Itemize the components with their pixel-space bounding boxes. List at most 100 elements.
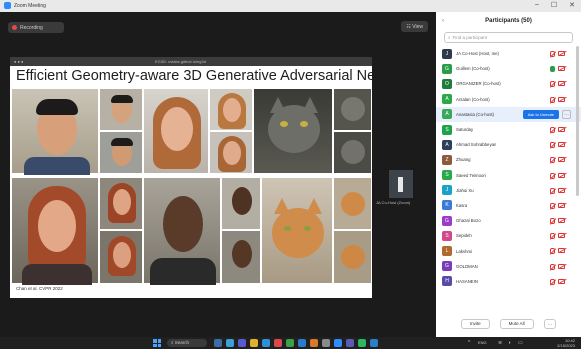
teams-icon[interactable]	[346, 339, 354, 347]
video-off-icon[interactable]	[558, 142, 565, 148]
vscode-icon[interactable]	[370, 339, 378, 347]
settings-icon[interactable]	[322, 339, 330, 347]
tray-chevron-icon[interactable]: ^	[468, 340, 470, 346]
microphone-muted-icon[interactable]	[550, 157, 555, 164]
video-off-icon[interactable]	[558, 126, 565, 132]
video-off-icon[interactable]	[558, 263, 565, 269]
chat-icon[interactable]	[238, 339, 246, 347]
cat-eye	[284, 226, 291, 231]
microphone-muted-icon[interactable]	[550, 278, 555, 285]
microphone-muted-icon[interactable]	[550, 142, 555, 149]
microphone-muted-icon[interactable]	[550, 126, 555, 133]
recording-indicator[interactable]: Recording	[8, 22, 64, 33]
wifi-icon[interactable]: ≋	[498, 340, 502, 346]
windows-start-icon[interactable]	[153, 339, 161, 347]
video-off-icon[interactable]	[558, 233, 565, 239]
participant-row[interactable]: A Ahmad Sohrabbeyan	[436, 137, 581, 152]
ask-to-unmute-button[interactable]: Ask to Unmute	[522, 109, 559, 119]
zoom-taskbar-icon[interactable]	[334, 339, 342, 347]
face-shape	[113, 242, 131, 268]
image-tile-orange-cat-small-2	[333, 230, 372, 284]
widgets-icon[interactable]	[226, 339, 234, 347]
taskbar-search[interactable]: ⌕ Search	[167, 339, 207, 347]
video-off-icon[interactable]	[558, 172, 565, 178]
microphone-muted-icon[interactable]	[550, 81, 555, 88]
store-icon[interactable]	[274, 339, 282, 347]
chrome-icon[interactable]	[286, 339, 294, 347]
participant-video-thumbnail[interactable]	[389, 170, 413, 198]
shirt-shape	[150, 258, 216, 285]
participant-list: J JA Co-Host (Host, me) G Guillem (Co-host)…	[436, 46, 581, 289]
participant-row[interactable]: A Anastasia (Co-host) Ask to Unmute…	[436, 106, 581, 122]
participant-row[interactable]: L Lakshmi	[436, 243, 581, 258]
microphone-muted-icon[interactable]	[550, 263, 555, 270]
microphone-muted-icon[interactable]	[550, 218, 555, 225]
video-off-icon[interactable]	[558, 278, 565, 284]
participant-name: Ahmad Sohrabbeyan	[456, 142, 497, 148]
participant-row[interactable]: H HASANEIN	[436, 274, 581, 289]
language-indicator[interactable]: ENG	[478, 340, 487, 345]
video-off-icon[interactable]	[558, 66, 565, 72]
participant-row[interactable]: G Guillem (Co-host)	[436, 61, 581, 76]
cat-ear-right	[306, 198, 322, 214]
microphone-muted-icon[interactable]	[550, 96, 555, 103]
microphone-muted-icon[interactable]	[550, 248, 555, 255]
video-off-icon[interactable]	[558, 51, 565, 56]
microphone-muted-icon[interactable]	[550, 202, 555, 209]
task-view-icon[interactable]	[214, 339, 222, 347]
video-off-icon[interactable]	[558, 202, 565, 208]
taskbar-search-label: Search	[174, 340, 190, 345]
hair-shape	[111, 95, 133, 103]
volume-icon[interactable]: ◖	[508, 340, 511, 346]
video-off-icon[interactable]	[558, 96, 565, 102]
photos-icon[interactable]	[310, 339, 318, 347]
spotify-icon[interactable]	[358, 339, 366, 347]
battery-icon[interactable]: ▭	[518, 340, 523, 346]
tray-clock[interactable]: 10:42 2/15/2023	[557, 338, 575, 348]
more-options-button[interactable]: …	[543, 319, 557, 329]
microphone-muted-icon[interactable]	[550, 51, 555, 57]
minimize-button[interactable]: –	[535, 1, 539, 9]
participant-row[interactable]: G Ghazal Bozo	[436, 213, 581, 228]
participant-more-button[interactable]: …	[562, 109, 571, 119]
participant-row[interactable]: J JA Co-Host (Host, me)	[436, 46, 581, 61]
image-tile-red-hair-woman	[11, 177, 99, 285]
participant-list-scrollbar[interactable]	[576, 46, 579, 196]
participant-row[interactable]: J Jiahui Xu	[436, 183, 581, 198]
face-shape	[232, 187, 252, 215]
view-layout-button[interactable]: ☷ View	[401, 21, 428, 32]
image-tile-orange-cat-small-1	[333, 177, 372, 230]
close-button[interactable]: ✕	[569, 1, 575, 9]
participant-row[interactable]: O ORGANIZER (Co-host)	[436, 76, 581, 91]
microphone-muted-icon[interactable]	[550, 172, 555, 179]
participant-name: Saturday	[456, 127, 474, 133]
face-shape	[113, 189, 131, 215]
chevron-left-icon[interactable]: ‹	[442, 12, 444, 30]
participant-row[interactable]: Z Zhuang	[436, 152, 581, 167]
microphone-muted-icon[interactable]	[550, 187, 555, 194]
video-off-icon[interactable]	[558, 157, 565, 163]
avatar: S	[442, 124, 452, 135]
microphone-on-icon[interactable]	[550, 66, 555, 73]
participant-row[interactable]: S Saeed Teimoori	[436, 168, 581, 183]
microphone-muted-icon[interactable]	[550, 233, 555, 240]
mute-all-button[interactable]: Mute All	[499, 319, 534, 329]
participant-row[interactable]: K Kasra	[436, 198, 581, 213]
avatar: Z	[442, 154, 452, 165]
maximize-button[interactable]: ☐	[551, 1, 557, 9]
participant-search-input[interactable]: ⌕ Find a participant	[444, 32, 573, 43]
video-off-icon[interactable]	[558, 187, 565, 193]
participant-status-icons	[550, 142, 565, 149]
video-off-icon[interactable]	[558, 248, 565, 254]
edge-browser-icon[interactable]	[262, 339, 270, 347]
participant-row[interactable]: A Arsalan (Co-host)	[436, 92, 581, 107]
video-off-icon[interactable]	[558, 81, 565, 87]
participant-row[interactable]: S Saturday	[436, 122, 581, 137]
video-off-icon[interactable]	[558, 218, 565, 224]
invite-button[interactable]: Invite	[460, 319, 490, 329]
participant-row[interactable]: S Sepideh	[436, 228, 581, 243]
file-explorer-icon[interactable]	[250, 339, 258, 347]
participant-row[interactable]: G GOLDMAN	[436, 259, 581, 274]
mail-icon[interactable]	[298, 339, 306, 347]
participant-status-icons	[550, 202, 565, 209]
